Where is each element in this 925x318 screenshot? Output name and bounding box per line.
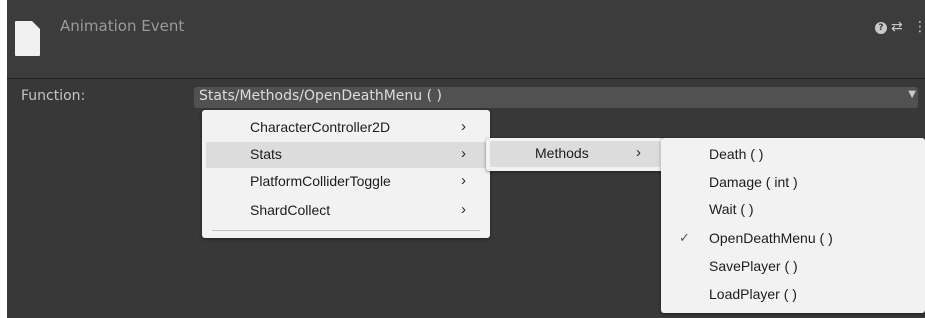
chevron-right-icon: › [461,172,466,189]
menu-icon[interactable]: ⋮ [913,19,925,35]
menu-item-damage[interactable]: Damage ( int ) [665,170,921,196]
help-icon[interactable]: ? [875,22,887,34]
document-icon [15,21,40,56]
menu-item-label: ShardCollect [250,202,331,218]
menu-item-label: Death ( ) [709,146,764,162]
menu-separator [212,230,480,231]
function-menu-classes: CharacterController2D › Stats › Platform… [202,110,490,238]
function-dropdown[interactable]: Stats/Methods/OpenDeathMenu ( ) ▼ [194,87,918,108]
menu-item-label: Methods [535,145,589,161]
menu-item-methods[interactable]: Methods › [490,141,660,167]
menu-item-label: CharacterController2D [250,119,391,135]
menu-item-label: OpenDeathMenu ( ) [709,230,833,246]
menu-item-label: PlatformColliderToggle [250,173,391,189]
menu-item-opendeathmenu[interactable]: ✓ OpenDeathMenu ( ) [665,226,921,252]
menu-item-charactercontroller2d[interactable]: CharacterController2D › [206,115,486,141]
menu-item-saveplayer[interactable]: SavePlayer ( ) [665,254,921,280]
function-menu-methods: Death ( ) Damage ( int ) Wait ( ) ✓ Open… [661,138,925,313]
function-menu-stats: Methods › [486,138,664,171]
menu-item-loadplayer[interactable]: LoadPlayer ( ) [665,282,921,308]
menu-item-shardcollect[interactable]: ShardCollect › [206,198,486,224]
function-label: Function: [21,88,86,104]
menu-item-label: Wait ( ) [709,201,754,217]
header-divider [7,78,925,79]
menu-item-wait[interactable]: Wait ( ) [665,197,921,223]
chevron-right-icon: › [636,144,641,161]
dropdown-arrow-icon: ▼ [908,89,916,100]
chevron-right-icon: › [461,201,466,218]
inspector-header: Animation Event ? ⇄ ⋮ [7,0,925,78]
menu-item-label: Damage ( int ) [709,174,798,190]
chevron-right-icon: › [461,145,466,162]
window-title: Animation Event [60,17,185,35]
menu-item-stats[interactable]: Stats › [206,142,486,168]
menu-item-platformcollidertoggle[interactable]: PlatformColliderToggle › [206,169,486,195]
preset-icon[interactable]: ⇄ [891,19,903,35]
checkmark-icon: ✓ [679,230,690,245]
menu-item-label: Stats [250,146,282,162]
menu-item-label: LoadPlayer ( ) [709,286,797,302]
function-dropdown-value: Stats/Methods/OpenDeathMenu ( ) [199,88,442,104]
menu-item-label: SavePlayer ( ) [709,258,798,274]
menu-item-death[interactable]: Death ( ) [665,142,921,168]
chevron-right-icon: › [461,118,466,135]
